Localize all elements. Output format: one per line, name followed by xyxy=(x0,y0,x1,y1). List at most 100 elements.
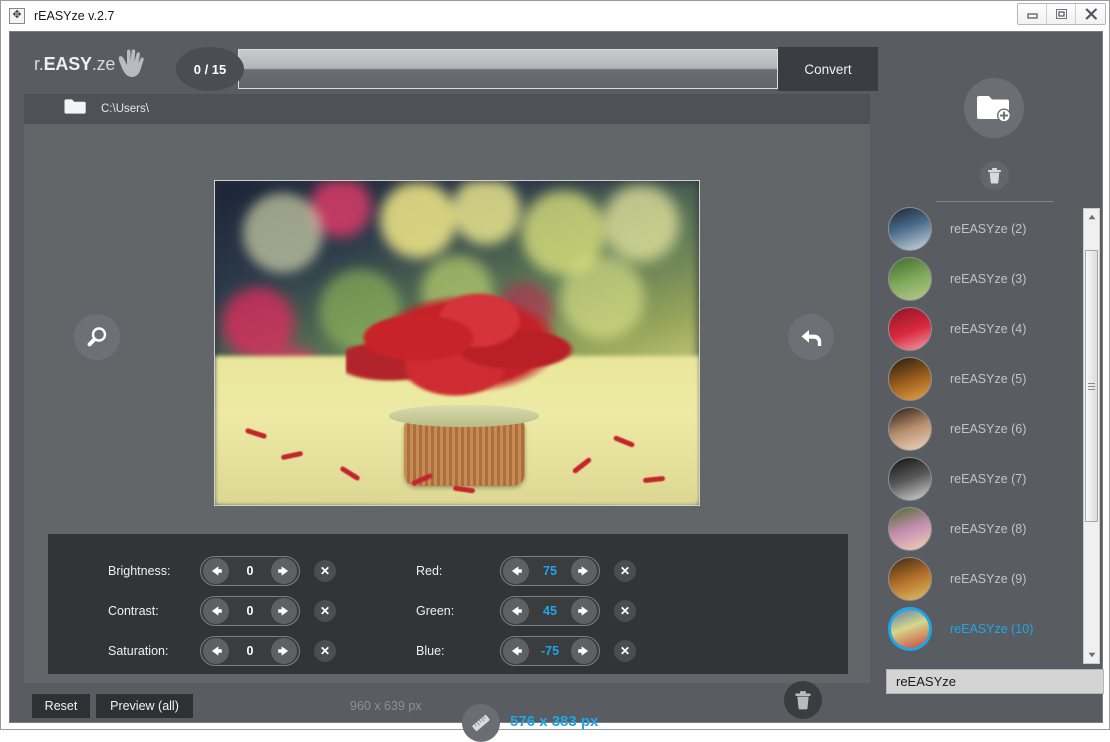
arrow-left-icon[interactable] xyxy=(503,598,529,624)
magnifier-icon[interactable] xyxy=(74,314,120,360)
list-item[interactable]: reEASYze (8) xyxy=(886,504,1106,554)
output-size-label: 576 x 383 px xyxy=(510,713,599,730)
adjustment-row: Blue: -75 ✕ xyxy=(416,631,636,671)
list-divider xyxy=(936,201,1054,202)
arrow-left-icon[interactable] xyxy=(203,598,229,624)
arrow-right-icon[interactable] xyxy=(571,558,597,584)
preview-all-button[interactable]: Preview (all) xyxy=(96,694,193,718)
file-list-scrollbar[interactable] xyxy=(1083,208,1100,664)
folder-icon xyxy=(64,98,86,120)
list-item[interactable]: reEASYze (6) xyxy=(886,404,1106,454)
thumbnail xyxy=(888,357,932,401)
adjustment-row: Red: 75 ✕ xyxy=(416,551,636,591)
arrow-left-icon[interactable] xyxy=(203,638,229,664)
progress-track xyxy=(238,49,778,89)
source-size-label: 960 x 639 px xyxy=(350,699,422,713)
adjustments-left-column: Brightness: 0 ✕ Contrast: 0 ✕ Saturation: 0 ✕ xyxy=(108,551,336,671)
adjustment-row: Saturation: 0 ✕ xyxy=(108,631,336,671)
adjustment-value[interactable]: 0 xyxy=(229,604,271,618)
adjustment-stepper: 45 xyxy=(500,596,600,626)
scrollbar-grip xyxy=(1088,382,1095,390)
arrow-right-icon[interactable] xyxy=(271,558,297,584)
adjustment-value[interactable]: 45 xyxy=(529,604,571,618)
close-button[interactable] xyxy=(1076,4,1105,24)
adjustment-value[interactable]: 75 xyxy=(529,564,571,578)
list-item[interactable]: reEASYze (5) xyxy=(886,354,1106,404)
path-bar[interactable]: C:\Users\ xyxy=(24,94,870,124)
pointing-hand-icon xyxy=(112,46,152,85)
add-folder-button[interactable] xyxy=(964,78,1024,138)
adjustments-panel: Brightness: 0 ✕ Contrast: 0 ✕ Saturation: 0 ✕ Re… xyxy=(48,534,848,719)
thumbnail xyxy=(888,307,932,351)
list-item-label: reEASYze (8) xyxy=(950,522,1027,536)
adjustment-stepper: 0 xyxy=(200,556,300,586)
arrow-right-icon[interactable] xyxy=(571,638,597,664)
ruler-icon[interactable] xyxy=(462,704,500,742)
convert-button[interactable]: Convert xyxy=(778,47,878,91)
arrow-left-icon[interactable] xyxy=(203,558,229,584)
list-item[interactable]: reEASYze (7) xyxy=(886,454,1106,504)
clear-adjustment-button[interactable]: ✕ xyxy=(314,560,336,582)
adjustment-stepper: 75 xyxy=(500,556,600,586)
arrow-right-icon[interactable] xyxy=(271,598,297,624)
thumbnail xyxy=(888,457,932,501)
clear-adjustment-button[interactable]: ✕ xyxy=(614,600,636,622)
adjustment-stepper: -75 xyxy=(500,636,600,666)
preview-image[interactable] xyxy=(214,180,700,506)
app-icon-glyph: ✥ xyxy=(12,9,22,21)
scrollbar-thumb[interactable] xyxy=(1085,250,1098,522)
scroll-up-arrow-icon[interactable] xyxy=(1084,209,1099,225)
undo-arrow-icon[interactable] xyxy=(788,314,834,360)
thumbnail xyxy=(888,507,932,551)
arrow-left-icon[interactable] xyxy=(503,558,529,584)
list-item-label: reEASYze (10) xyxy=(950,622,1034,636)
list-item-label: reEASYze (3) xyxy=(950,272,1027,286)
adjustment-label: Saturation: xyxy=(108,644,169,658)
list-item[interactable]: reEASYze (10) xyxy=(886,604,1106,654)
clear-adjustment-button[interactable]: ✕ xyxy=(614,560,636,582)
adjustment-label: Green: xyxy=(416,604,455,618)
adjustment-row: Brightness: 0 ✕ xyxy=(108,551,336,591)
top-bar: r.EASY.ze 0 / 15 Convert xyxy=(10,32,1104,202)
scroll-down-arrow-icon[interactable] xyxy=(1084,647,1099,663)
maximize-button[interactable] xyxy=(1047,4,1076,24)
clear-adjustment-button[interactable]: ✕ xyxy=(314,600,336,622)
adjustments-right-column: Red: 75 ✕ Green: 45 ✕ Blue: -75 ✕ xyxy=(416,551,636,671)
clear-adjustment-button[interactable]: ✕ xyxy=(314,640,336,662)
conversion-progress: 0 / 15 xyxy=(176,47,778,91)
adjustment-row: Contrast: 0 ✕ xyxy=(108,591,336,631)
adjustment-value[interactable]: 0 xyxy=(229,564,271,578)
app-body: r.EASY.ze 0 / 15 Convert C:\Users\ Brigh… xyxy=(9,31,1106,742)
thumbnail xyxy=(888,257,932,301)
thumbnail xyxy=(888,207,932,251)
progress-counter: 0 / 15 xyxy=(176,47,244,91)
list-item-label: reEASYze (2) xyxy=(950,222,1027,236)
list-item-label: reEASYze (7) xyxy=(950,472,1027,486)
list-item-label: reEASYze (4) xyxy=(950,322,1027,336)
minimize-button[interactable] xyxy=(1018,4,1047,24)
list-item-label: reEASYze (5) xyxy=(950,372,1027,386)
list-item[interactable]: reEASYze (4) xyxy=(886,304,1106,354)
arrow-right-icon[interactable] xyxy=(271,638,297,664)
adjustment-label: Brightness: xyxy=(108,564,171,578)
path-text: C:\Users\ xyxy=(101,103,149,115)
logo-text: r.EASY.ze xyxy=(34,53,116,74)
reset-button[interactable]: Reset xyxy=(32,694,90,718)
adjustment-value[interactable]: 0 xyxy=(229,644,271,658)
arrow-right-icon[interactable] xyxy=(571,598,597,624)
file-name-input[interactable]: reEASYze xyxy=(886,669,1104,694)
delete-all-button[interactable] xyxy=(980,161,1009,190)
thumbnail xyxy=(888,607,932,651)
clear-adjustment-button[interactable]: ✕ xyxy=(614,640,636,662)
window-controls xyxy=(1017,3,1106,25)
adjustment-label: Blue: xyxy=(416,644,445,658)
arrow-left-icon[interactable] xyxy=(503,638,529,664)
adjustment-stepper: 0 xyxy=(200,596,300,626)
image-peppers xyxy=(345,291,588,408)
file-list[interactable]: reEASYze (2) reEASYze (3) reEASYze (4) reEA… xyxy=(886,204,1106,667)
list-item[interactable]: reEASYze (9) xyxy=(886,554,1106,604)
list-item[interactable]: reEASYze (3) xyxy=(886,254,1106,304)
list-item[interactable]: reEASYze (2) xyxy=(886,204,1106,254)
adjustment-value[interactable]: -75 xyxy=(529,644,571,658)
thumbnail xyxy=(888,407,932,451)
